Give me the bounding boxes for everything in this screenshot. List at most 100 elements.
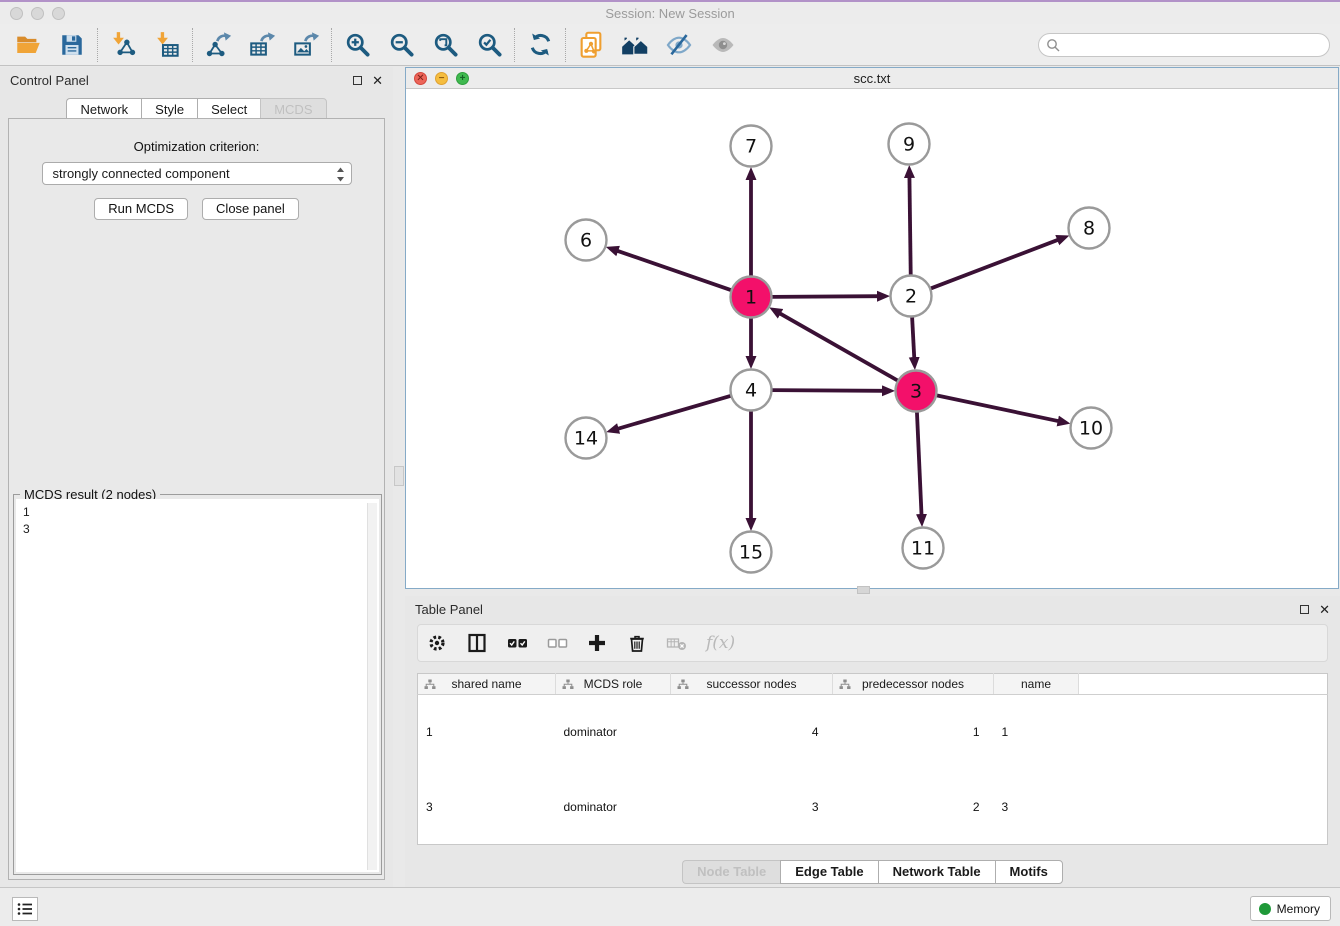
result-scrollbar[interactable] <box>367 503 377 870</box>
vertical-splitter-handle[interactable] <box>394 466 404 486</box>
column-header-successor-nodes[interactable]: successor nodes <box>671 674 833 695</box>
column-settings-icon[interactable] <box>426 632 448 654</box>
save-session-icon[interactable] <box>50 25 94 65</box>
minimize-window-icon[interactable] <box>31 7 44 20</box>
graph-edge-3-11[interactable] <box>917 411 922 514</box>
graph-node-label-1: 1 <box>745 287 757 309</box>
apply-layout-icon[interactable] <box>518 25 562 65</box>
network-close-icon[interactable]: ✕ <box>414 72 427 85</box>
table-cell[interactable]: 3 <box>418 770 556 845</box>
network-window-title: scc.txt <box>854 71 891 86</box>
table-cell[interactable]: dominator <box>556 770 671 845</box>
mcds-result-line: 3 <box>23 521 379 538</box>
horizontal-splitter-handle[interactable] <box>857 586 870 594</box>
search-input[interactable] <box>1038 33 1330 57</box>
zoom-fit-icon[interactable] <box>423 25 467 65</box>
zoom-in-icon[interactable] <box>335 25 379 65</box>
column-type-icon <box>562 679 574 690</box>
deselect-all-columns-icon[interactable] <box>546 632 568 654</box>
network-window-titlebar[interactable]: ✕ − + scc.txt <box>406 68 1338 89</box>
graph-edge-2-9[interactable] <box>909 177 910 275</box>
select-all-columns-icon[interactable] <box>506 632 528 654</box>
function-builder-icon[interactable]: f(x) <box>706 632 735 654</box>
maximize-window-icon[interactable] <box>52 7 65 20</box>
mcds-result-line: 1 <box>23 504 379 521</box>
column-header-name[interactable]: name <box>994 674 1079 695</box>
column-header-shared-name[interactable]: shared name <box>418 674 556 695</box>
graph-edge-4-3[interactable] <box>771 390 882 391</box>
run-mcds-button[interactable]: Run MCDS <box>94 198 188 220</box>
float-table-panel-icon[interactable] <box>1300 605 1309 614</box>
table-cell[interactable]: 1 <box>994 695 1079 770</box>
table-toolbar: f(x) <box>417 624 1328 662</box>
search-icon <box>1046 38 1060 52</box>
graph-node-label-8: 8 <box>1083 218 1095 240</box>
graph-edge-1-6[interactable] <box>618 251 732 290</box>
tab-node-table[interactable]: Node Table <box>682 860 780 884</box>
tab-motifs[interactable]: Motifs <box>995 860 1063 884</box>
column-type-icon <box>839 679 851 690</box>
network-canvas[interactable]: 7968124314101511 <box>406 89 1338 588</box>
open-session-icon[interactable] <box>6 25 50 65</box>
split-panel-icon[interactable] <box>466 632 488 654</box>
graph-edge-3-1[interactable] <box>780 314 898 381</box>
search-container <box>1038 33 1330 57</box>
close-panel-icon[interactable]: ✕ <box>372 74 383 87</box>
table-cell[interactable]: 3 <box>994 770 1079 845</box>
memory-label: Memory <box>1277 902 1320 916</box>
column-header-predecessor-nodes[interactable]: predecessor nodes <box>833 674 994 695</box>
network-maximize-icon[interactable]: + <box>456 72 469 85</box>
export-image-icon[interactable] <box>284 25 328 65</box>
zoom-out-icon[interactable] <box>379 25 423 65</box>
memory-status-icon <box>1259 903 1271 915</box>
delete-table-icon[interactable] <box>666 632 688 654</box>
table-cell[interactable]: 1 <box>418 695 556 770</box>
graph-node-label-11: 11 <box>911 538 935 560</box>
table-row[interactable]: 3dominator323 <box>418 770 1328 845</box>
tab-network-table[interactable]: Network Table <box>878 860 995 884</box>
network-minimize-icon[interactable]: − <box>435 72 448 85</box>
close-panel-button[interactable]: Close panel <box>202 198 299 220</box>
traffic-lights[interactable] <box>10 7 65 20</box>
zoom-selected-icon[interactable] <box>467 25 511 65</box>
graph-node-label-6: 6 <box>580 230 592 252</box>
table-cell[interactable]: dominator <box>556 695 671 770</box>
criterion-dropdown[interactable]: strongly connected component <box>42 162 352 185</box>
toolbar-separator <box>97 28 98 62</box>
clone-network-icon[interactable] <box>569 25 613 65</box>
graph-edge-2-3[interactable] <box>912 316 914 357</box>
mcds-result-list[interactable]: 1 3 <box>16 499 379 872</box>
export-table-icon[interactable] <box>240 25 284 65</box>
graph-edge-4-14[interactable] <box>618 396 731 429</box>
window-title: Session: New Session <box>605 6 734 21</box>
first-neighbors-icon[interactable] <box>613 25 657 65</box>
table-cell[interactable]: 2 <box>833 770 994 845</box>
table-cell[interactable]: 1 <box>833 695 994 770</box>
delete-columns-icon[interactable] <box>626 632 648 654</box>
column-header-mcds-role[interactable]: MCDS role <box>556 674 671 695</box>
memory-button[interactable]: Memory <box>1250 896 1331 921</box>
tab-edge-table[interactable]: Edge Table <box>780 860 877 884</box>
task-history-button[interactable] <box>12 897 38 921</box>
control-panel: Control Panel ✕ Network Style Select MCD… <box>0 67 393 887</box>
table-row[interactable]: 1dominator411 <box>418 695 1328 770</box>
table-cell[interactable]: 3 <box>671 770 833 845</box>
graph-edge-3-10[interactable] <box>936 395 1058 421</box>
export-network-icon[interactable] <box>196 25 240 65</box>
hide-selected-icon[interactable] <box>657 25 701 65</box>
import-network-icon[interactable] <box>101 25 145 65</box>
close-window-icon[interactable] <box>10 7 23 20</box>
graph-edge-1-2[interactable] <box>771 296 877 297</box>
network-graph: 7968124314101511 <box>406 89 1338 588</box>
show-all-icon[interactable] <box>701 25 745 65</box>
titlebar: Session: New Session <box>0 2 1340 24</box>
import-table-icon[interactable] <box>145 25 189 65</box>
graph-edge-2-8[interactable] <box>930 240 1058 289</box>
node-table: shared name MCDS role successor nodes pr… <box>417 673 1328 845</box>
create-new-column-icon[interactable] <box>586 632 608 654</box>
close-table-panel-icon[interactable]: ✕ <box>1319 603 1330 616</box>
column-type-icon <box>424 679 436 690</box>
float-panel-icon[interactable] <box>353 76 362 85</box>
table-cell[interactable]: 4 <box>671 695 833 770</box>
table-panel: Table Panel ✕ f(x) <box>405 596 1340 887</box>
